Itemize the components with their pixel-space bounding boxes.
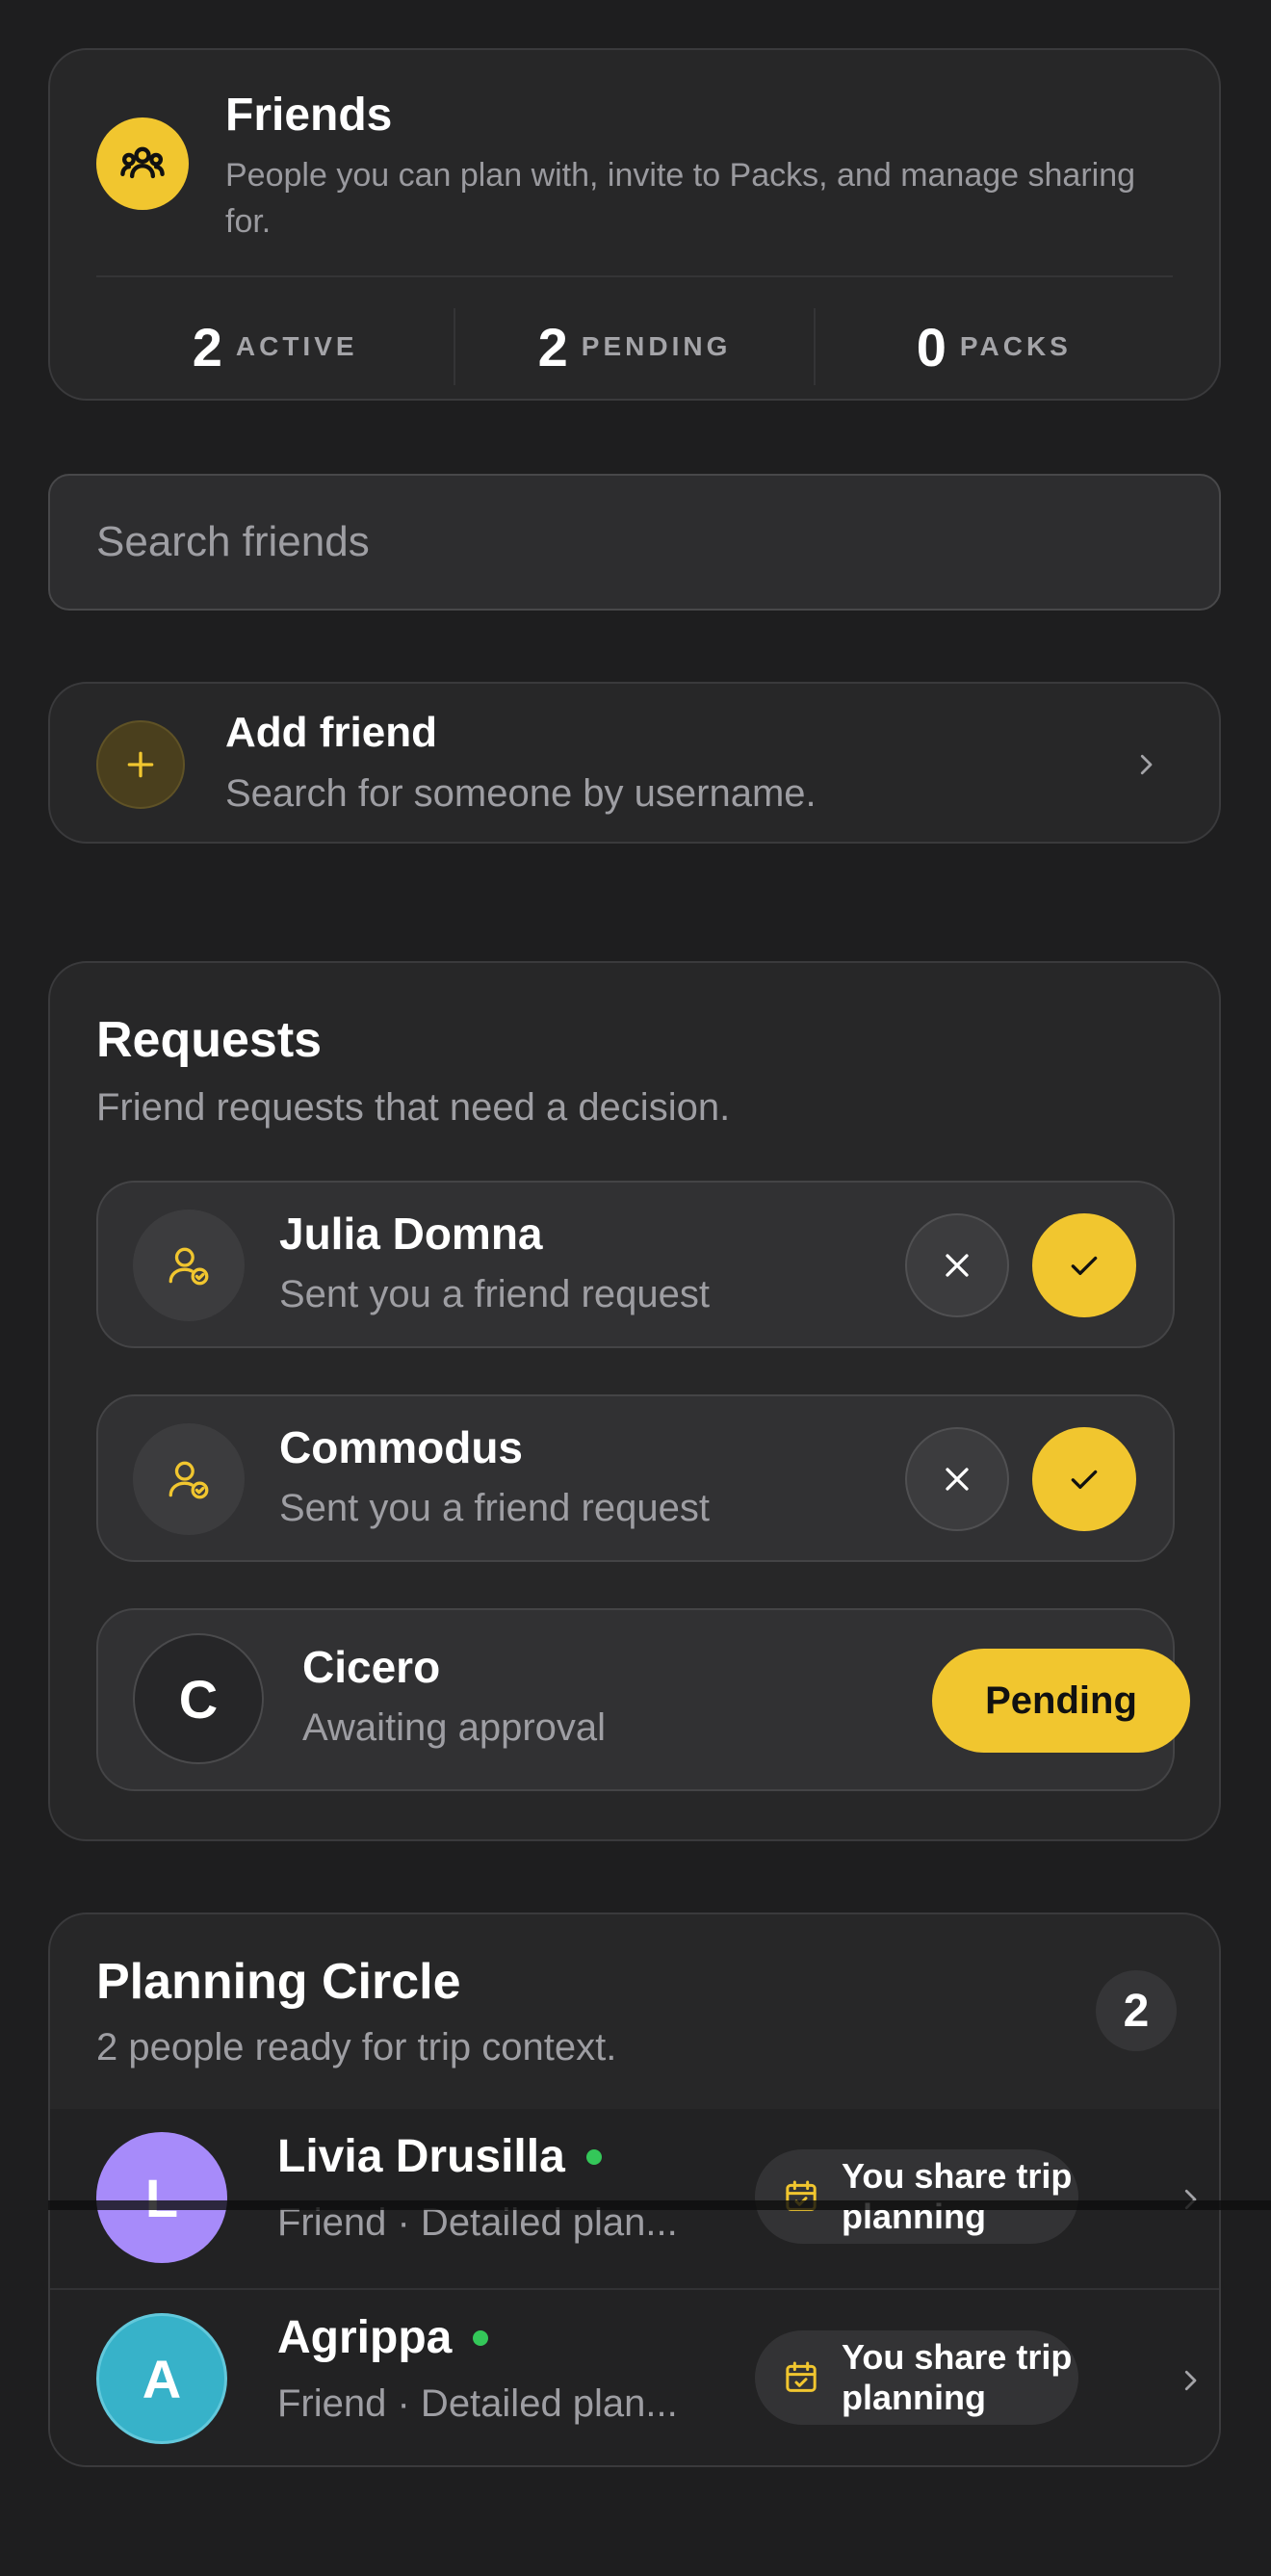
calendar-check-icon: [786, 2361, 817, 2392]
stat-active: 2 ACTIVE: [96, 308, 454, 385]
user-check-icon: [133, 1423, 245, 1535]
share-status-text: You share trip planning: [842, 2156, 1073, 2236]
friend-name: Livia Drusilla: [277, 2131, 565, 2182]
request-name: Commodus: [279, 1422, 523, 1472]
calendar-check-icon: [786, 2180, 817, 2211]
friend-detail: Friend · Detailed plan...: [277, 2382, 678, 2425]
close-icon: [946, 1254, 969, 1277]
stat-pending: 2 PENDING: [454, 308, 813, 385]
avatar: A: [96, 2313, 227, 2444]
divider: [96, 275, 1173, 277]
section-subtitle: Friend requests that need a decision.: [96, 1086, 731, 1129]
friend-row-livia[interactable]: L Livia Drusilla Friend · Detailed plan.…: [50, 2109, 1219, 2288]
online-indicator: [585, 2148, 602, 2165]
share-status-pill: You share trip planning: [755, 2330, 1078, 2425]
friend-row-agrippa[interactable]: A Agrippa Friend · Detailed plan... You …: [50, 2288, 1219, 2465]
request-row: Commodus Sent you a friend request: [96, 1394, 1175, 1562]
add-friend-title: Add friend: [225, 709, 437, 756]
share-status-pill: You share trip planning: [755, 2149, 1078, 2244]
chevron-right-icon: [1171, 2361, 1209, 2400]
page-title: Friends: [225, 90, 393, 141]
friend-name: Agrippa: [277, 2312, 453, 2363]
section-subtitle: 2 people ready for trip context.: [96, 2026, 617, 2069]
add-friend-subtitle: Search for someone by username.: [225, 772, 817, 815]
friend-name-wrap: Agrippa: [277, 2311, 489, 2364]
section-title: Requests: [96, 1012, 323, 1068]
stat-value: 0: [916, 316, 947, 377]
requests-section: Requests Friend requests that need a dec…: [48, 961, 1221, 1841]
request-status: Sent you a friend request: [279, 1273, 710, 1315]
stat-label: ACTIVE: [235, 331, 358, 361]
people-group-icon: [96, 117, 189, 210]
chevron-right-icon: [1127, 745, 1165, 784]
stat-packs: 0 PACKS: [813, 308, 1173, 385]
accept-button[interactable]: [1032, 1427, 1136, 1531]
section-title: Planning Circle: [96, 1954, 461, 2010]
close-icon: [946, 1468, 969, 1491]
page-subtitle: People you can plan with, invite to Pack…: [225, 157, 1136, 240]
check-icon: [1071, 1256, 1098, 1275]
pending-button[interactable]: Pending: [932, 1649, 1190, 1753]
avatar: L: [96, 2132, 227, 2263]
user-check-icon: [133, 1210, 245, 1321]
request-name: Cicero: [302, 1642, 441, 1692]
request-row: Julia Domna Sent you a friend request: [96, 1181, 1175, 1348]
stats-row: 2 ACTIVE 2 PENDING 0 PACKS: [96, 308, 1173, 385]
request-status: Sent you a friend request: [279, 1487, 710, 1529]
search-field[interactable]: [48, 474, 1221, 611]
scroll-overlay-bar: [48, 2200, 1271, 2210]
friend-name-wrap: Livia Drusilla: [277, 2130, 602, 2183]
stat-value: 2: [192, 316, 222, 377]
friends-summary-card: Friends People you can plan with, invite…: [48, 48, 1221, 401]
search-input[interactable]: [50, 476, 1219, 609]
stat-label: PENDING: [581, 331, 732, 361]
share-status-text: You share trip planning: [842, 2337, 1073, 2417]
avatar: C: [133, 1633, 264, 1764]
decline-button[interactable]: [905, 1427, 1009, 1531]
accept-button[interactable]: [1032, 1213, 1136, 1317]
add-friend-button[interactable]: Add friend Search for someone by usernam…: [48, 682, 1221, 844]
stat-label: PACKS: [959, 331, 1072, 361]
decline-button[interactable]: [905, 1213, 1009, 1317]
plus-icon: [96, 720, 185, 809]
request-status: Awaiting approval: [302, 1706, 607, 1749]
check-icon: [1071, 1470, 1098, 1489]
planning-circle-section: Planning Circle 2 people ready for trip …: [48, 1912, 1221, 2467]
count-badge: 2: [1096, 1970, 1177, 2051]
chevron-right-icon: [1171, 2180, 1209, 2219]
stat-value: 2: [537, 316, 568, 377]
outgoing-request-row: C Cicero Awaiting approval Pending: [96, 1608, 1190, 1791]
request-name: Julia Domna: [279, 1209, 543, 1259]
online-indicator: [473, 2329, 489, 2346]
